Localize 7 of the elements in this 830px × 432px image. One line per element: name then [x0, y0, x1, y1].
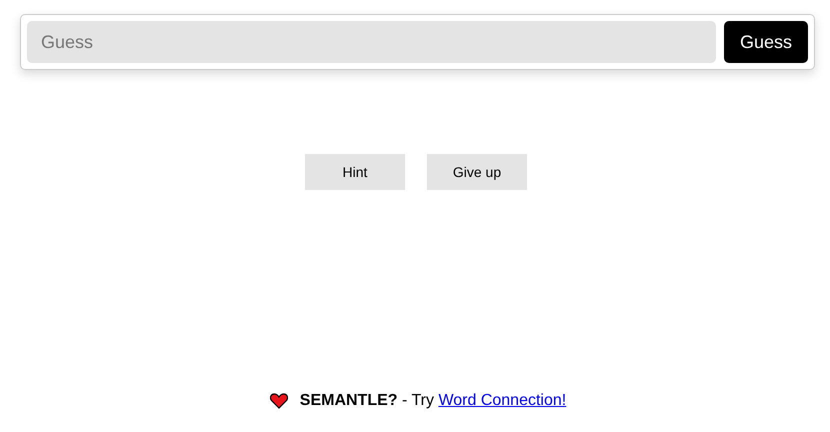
action-button[interactable]: Hint [305, 154, 405, 190]
action-button[interactable]: Give up [427, 154, 527, 190]
word-connection-link[interactable]: Word Connection! [438, 392, 566, 409]
heart-icon [270, 393, 288, 409]
footer-text: SEMANTLE? - Try Word Connection! [300, 392, 566, 410]
guess-field[interactable]: Guess [27, 21, 716, 63]
guess-button[interactable]: Guess [724, 21, 808, 63]
